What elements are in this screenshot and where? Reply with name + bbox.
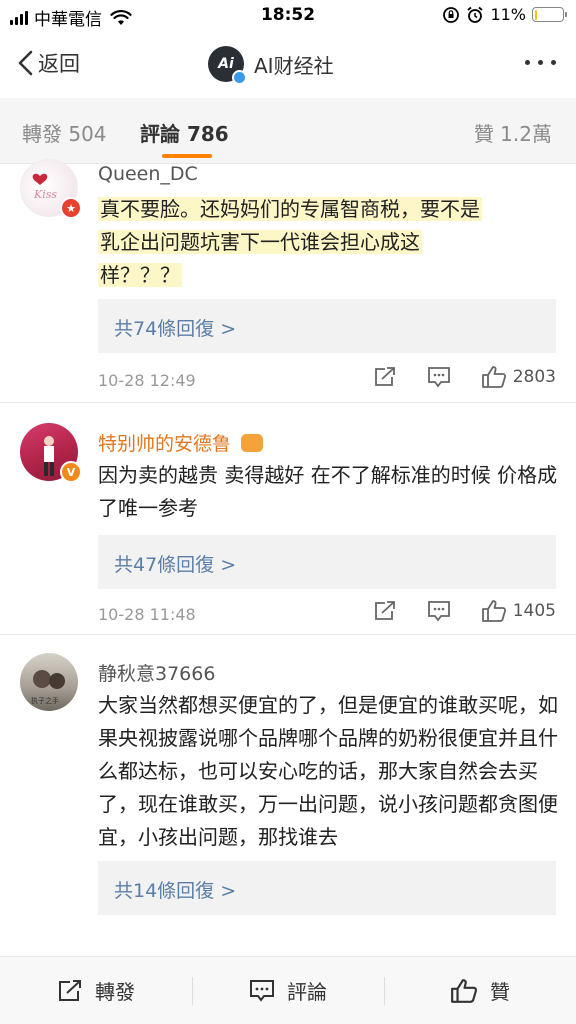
tab-bar: 轉發 504 評論 786 贊 1.2萬 (0, 98, 576, 164)
share-icon (59, 979, 81, 1001)
thumbs-up-icon (481, 366, 506, 388)
avatar[interactable]: Kiss ★ (20, 159, 82, 219)
comment-time: 10-28 11:48 (98, 605, 196, 624)
verified-badge-icon: V (60, 461, 82, 483)
comment-text-line: 乳企出问题坑害下一代谁会担心成这 (98, 230, 422, 254)
thumbs-up-icon (481, 600, 506, 622)
avatar[interactable]: 执子之手 (20, 653, 78, 711)
replies-link[interactable]: 共74條回復 > (98, 299, 556, 353)
comment-icon (250, 979, 274, 1002)
thumbs-up-icon (451, 978, 478, 1003)
bottom-action-bar: 轉發 評論 贊 (0, 956, 576, 1024)
share-button[interactable] (373, 366, 397, 388)
comment-text: 大家当然都想买便宜的了，但是便宜的谁敢买呢，如果央视披露说哪个品牌哪个品牌的奶粉… (98, 693, 558, 849)
comment-text: 因为卖的越贵 卖得越好 在不了解标准的时候 价格成了唯一参考 (98, 463, 558, 520)
avatar-logo-text: Ai (218, 56, 234, 72)
nav-bar: 返回 Ai AI财经社 (0, 32, 576, 98)
back-label: 返回 (38, 52, 80, 76)
comment-time: 10-28 12:49 (98, 371, 196, 390)
comment-item: 执子之手 静秋意37666 大家当然都想买便宜的了，但是便宜的谁敢买呢，如果央视… (0, 635, 576, 955)
comment-text: 真不要脸。还妈妈们的专属智商税，要不是 乳企出问题坑害下一代谁会担心成这 样？？… (98, 193, 558, 292)
comment-list: Kiss ★ Queen_DC 真不要脸。还妈妈们的专属智商税，要不是 乳企出问… (0, 159, 576, 955)
tab-comments[interactable]: 評論 786 (140, 118, 229, 147)
chevron-left-icon (18, 50, 33, 76)
tab-likes[interactable]: 贊 1.2萬 (474, 118, 552, 147)
comment-icon (427, 367, 450, 388)
like-button[interactable]: 1405 (481, 599, 556, 623)
comment-button[interactable] (427, 366, 451, 388)
like-button[interactable]: 贊 (384, 957, 576, 1024)
account-name: AI财经社 (254, 53, 334, 78)
like-count: 1405 (512, 601, 556, 621)
comment-item: Kiss ★ Queen_DC 真不要脸。还妈妈们的专属智商税，要不是 乳企出问… (0, 159, 576, 403)
comment-label: 評論 (287, 980, 327, 1004)
badge-icon: ★ (60, 197, 82, 219)
comment-item: V 特别帅的安德鲁 因为卖的越贵 卖得越好 在不了解标准的时候 价格成了唯一参考… (0, 403, 576, 635)
svg-text:Kiss: Kiss (33, 188, 57, 201)
repost-label: 轉發 (95, 980, 135, 1004)
rotation-lock-icon (443, 6, 460, 23)
more-dots-icon (525, 60, 530, 65)
back-button[interactable]: 返回 (16, 48, 80, 78)
username-text: 特别帅的安德鲁 (98, 433, 232, 455)
svg-text:执子之手: 执子之手 (31, 696, 59, 705)
comment-button[interactable]: 評論 (192, 957, 384, 1024)
vip-crown-icon (241, 434, 264, 452)
comment-text-line: 真不要脸。还妈妈们的专属智商税，要不是 (98, 197, 482, 221)
more-button[interactable] (525, 60, 556, 65)
repost-button[interactable]: 轉發 (0, 957, 192, 1024)
like-count: 2803 (512, 367, 556, 387)
comment-text-line: 样？？？ (98, 263, 182, 287)
like-label: 贊 (490, 980, 510, 1004)
share-icon (374, 601, 395, 620)
battery-icon (532, 7, 567, 22)
replies-link[interactable]: 共47條回復 > (98, 535, 556, 589)
status-bar: 中華電信 18:52 11% (0, 0, 576, 32)
comment-username[interactable]: 特别帅的安德鲁 (98, 429, 264, 456)
comment-username[interactable]: Queen_DC (98, 163, 198, 185)
page-title[interactable]: Ai AI财经社 (208, 46, 334, 85)
replies-link[interactable]: 共14條回復 > (98, 861, 556, 915)
verified-icon (232, 70, 247, 85)
avatar: Ai (208, 46, 247, 85)
comment-icon (427, 601, 450, 622)
comment-username[interactable]: 静秋意37666 (98, 659, 215, 686)
alarm-icon (467, 6, 484, 23)
share-icon (374, 367, 395, 386)
avatar[interactable]: V (20, 423, 82, 483)
comment-button[interactable] (427, 600, 451, 622)
share-button[interactable] (373, 600, 397, 622)
battery-percent: 11% (490, 5, 526, 24)
like-button[interactable]: 2803 (481, 365, 556, 389)
tab-reposts[interactable]: 轉發 504 (22, 118, 107, 147)
tab-active-indicator (162, 154, 212, 158)
